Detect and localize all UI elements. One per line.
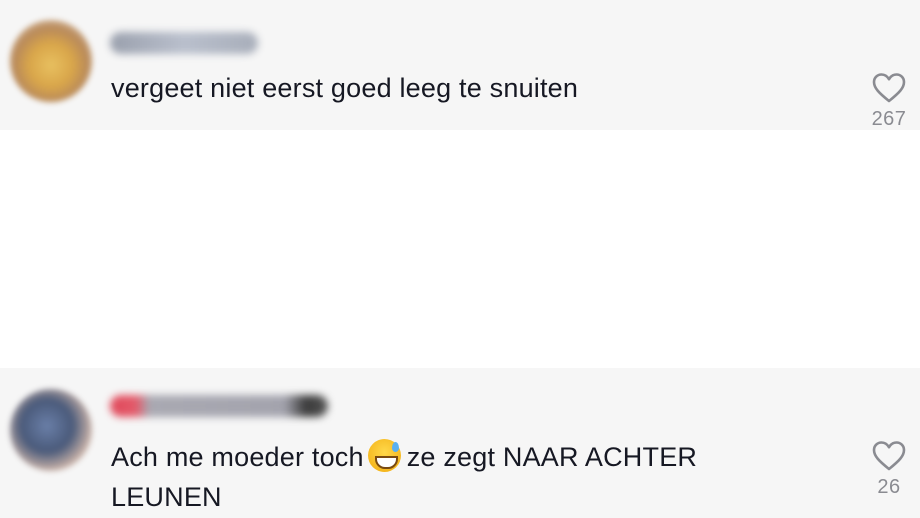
heart-icon[interactable] (871, 440, 907, 472)
like-count: 267 (871, 108, 907, 130)
grinning-sweat-emoji-icon (367, 439, 401, 472)
comment-item: Ach me moeder toch ze zegt NAAR ACHTER LE… (0, 368, 920, 518)
username-blurred[interactable] (110, 395, 328, 417)
heart-icon[interactable] (871, 72, 907, 104)
comment-text-part: Ach me moeder toch (111, 442, 364, 472)
avatar[interactable] (10, 389, 92, 471)
comment-text: vergeet niet eerst goed leeg te snuiten (111, 73, 579, 103)
comment-item: vergeet niet eerst goed leeg te snuiten … (0, 0, 920, 130)
comment-text: Ach me moeder toch ze zegt NAAR ACHTER LE… (111, 437, 771, 517)
username-blurred[interactable] (110, 32, 258, 54)
like-button[interactable]: 267 (866, 72, 912, 131)
like-button[interactable]: 26 (866, 440, 912, 499)
like-count: 26 (877, 476, 901, 498)
avatar[interactable] (10, 20, 92, 102)
